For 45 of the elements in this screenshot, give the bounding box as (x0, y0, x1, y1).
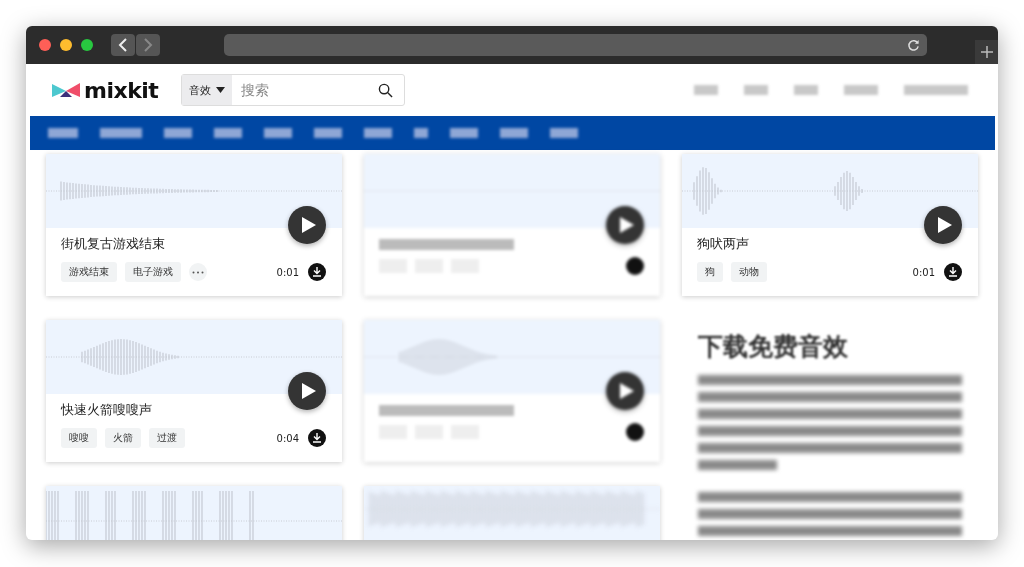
play-icon (619, 216, 635, 234)
tag[interactable]: 电子游戏 (125, 262, 181, 282)
minimize-window-icon[interactable] (60, 39, 72, 51)
play-icon (301, 216, 317, 234)
search-icon[interactable] (378, 82, 393, 98)
play-icon (301, 382, 317, 400)
duration: 0:01 (276, 266, 299, 278)
maximize-window-icon[interactable] (81, 39, 93, 51)
play-button[interactable] (288, 372, 326, 410)
download-icon[interactable] (308, 263, 326, 281)
category-dropdown[interactable]: 音效 (182, 75, 232, 105)
caret-icon (216, 87, 225, 93)
play-button[interactable] (924, 206, 962, 244)
tag[interactable]: 狗 (697, 262, 723, 282)
sidebar-heading: 下载免费音效 (698, 331, 849, 363)
tag[interactable]: 动物 (731, 262, 767, 282)
download-icon[interactable] (626, 423, 644, 441)
close-window-icon[interactable] (39, 39, 51, 51)
play-icon (619, 382, 635, 400)
search-field[interactable]: 音效 搜索 (181, 74, 405, 106)
play-icon (937, 216, 953, 234)
plus-icon (979, 45, 994, 59)
download-icon[interactable] (626, 257, 644, 275)
download-icon[interactable] (308, 429, 326, 447)
logo-text[interactable]: mixkit (84, 77, 159, 103)
play-button[interactable] (288, 206, 326, 244)
tag[interactable]: 嗖嗖 (61, 428, 97, 448)
sound-title[interactable]: 快速火箭嗖嗖声 (61, 401, 326, 421)
sound-title[interactable]: 街机复古游戏结束 (61, 235, 326, 255)
chevron-left-icon (118, 38, 128, 52)
tag[interactable]: 过渡 (149, 428, 185, 448)
new-tab-button[interactable] (975, 40, 998, 64)
duration: 0:01 (912, 266, 935, 278)
forward-button[interactable] (136, 34, 160, 56)
play-button[interactable] (606, 372, 644, 410)
reload-icon[interactable] (907, 38, 920, 52)
sound-title[interactable]: 狗吠两声 (697, 235, 962, 255)
play-button[interactable] (606, 206, 644, 244)
tag[interactable]: 游戏结束 (61, 262, 117, 282)
tag[interactable]: 火箭 (105, 428, 141, 448)
chevron-right-icon (143, 38, 153, 52)
logo-icon (52, 82, 80, 98)
download-icon[interactable] (944, 263, 962, 281)
back-button[interactable] (111, 34, 135, 56)
duration: 0:04 (276, 432, 299, 444)
